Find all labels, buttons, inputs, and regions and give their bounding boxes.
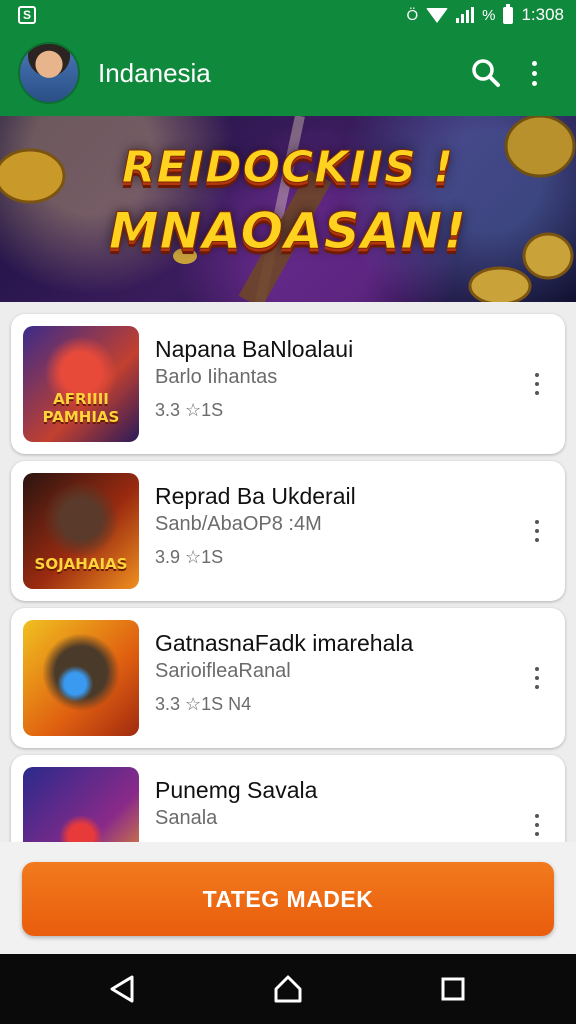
- game-thumbnail: [23, 620, 139, 736]
- list-item[interactable]: AFRIIII PAMHIAS Napana BaNloalaui Barlo …: [11, 314, 565, 454]
- promo-banner[interactable]: REIDOCKIIS ! MNAOASAN!: [0, 116, 576, 302]
- game-rating: 3.3 ☆1S N4: [155, 694, 252, 714]
- status-time: 1:308: [521, 5, 564, 24]
- game-developer: Sanb/AbaOP8 :4M: [155, 513, 322, 535]
- recents-icon[interactable]: [425, 961, 481, 1017]
- nfc-icon: Ö: [406, 6, 419, 24]
- app-title: Indanesia: [98, 57, 211, 88]
- back-icon[interactable]: [95, 961, 151, 1017]
- game-title: Napana BaNloalaui: [155, 336, 354, 362]
- list-item[interactable]: GatnasnaFadk imarehala SarioifleaRanal 3…: [11, 608, 565, 748]
- more-vertical-icon[interactable]: [521, 807, 553, 843]
- thumbnail-caption: AFRIIII PAMHIAS: [42, 390, 120, 426]
- signal-icon: [456, 7, 475, 23]
- game-title: GatnasnaFadk imarehala: [155, 630, 414, 656]
- primary-action-button[interactable]: TATEG MADEK: [22, 862, 554, 936]
- app-notification-icon: S: [18, 6, 36, 24]
- battery-percent-text: %: [482, 6, 496, 24]
- game-title: Reprad Ba Ukderail: [155, 483, 356, 509]
- bottom-action-area: TATEG MADEK: [0, 842, 576, 954]
- system-nav-bar: [0, 954, 576, 1024]
- app-bar: Indanesia: [0, 30, 576, 116]
- wifi-icon: [426, 7, 449, 23]
- game-developer: SarioifleaRanal: [155, 660, 291, 682]
- thumbnail-caption: SOJAHAIAS: [34, 555, 128, 573]
- game-rating: 3.3 ☆1S: [155, 400, 224, 420]
- list-item[interactable]: SOJAHAIAS Reprad Ba Ukderail Sanb/AbaOP8…: [11, 461, 565, 601]
- banner-title-line2: MNAOASAN!: [108, 202, 468, 261]
- more-vertical-icon[interactable]: [521, 366, 553, 402]
- more-vertical-icon[interactable]: [521, 513, 553, 549]
- status-bar: S Ö % 1:308: [0, 0, 576, 30]
- avatar[interactable]: [18, 42, 80, 104]
- more-vertical-icon[interactable]: [510, 49, 558, 97]
- battery-icon: [503, 3, 514, 24]
- banner-title-line1: REIDOCKIIS !: [121, 142, 455, 194]
- game-thumbnail: SOJAHAIAS: [23, 473, 139, 589]
- game-thumbnail: AFRIIII PAMHIAS: [23, 326, 139, 442]
- search-icon[interactable]: [462, 49, 510, 97]
- game-rating: 3.9 ☆1S: [155, 547, 224, 567]
- game-developer: Sanala: [155, 807, 218, 829]
- home-icon[interactable]: [260, 961, 316, 1017]
- game-developer: Barlo Iihantas: [155, 366, 278, 388]
- game-title: Punemg Savala: [155, 777, 318, 803]
- more-vertical-icon[interactable]: [521, 660, 553, 696]
